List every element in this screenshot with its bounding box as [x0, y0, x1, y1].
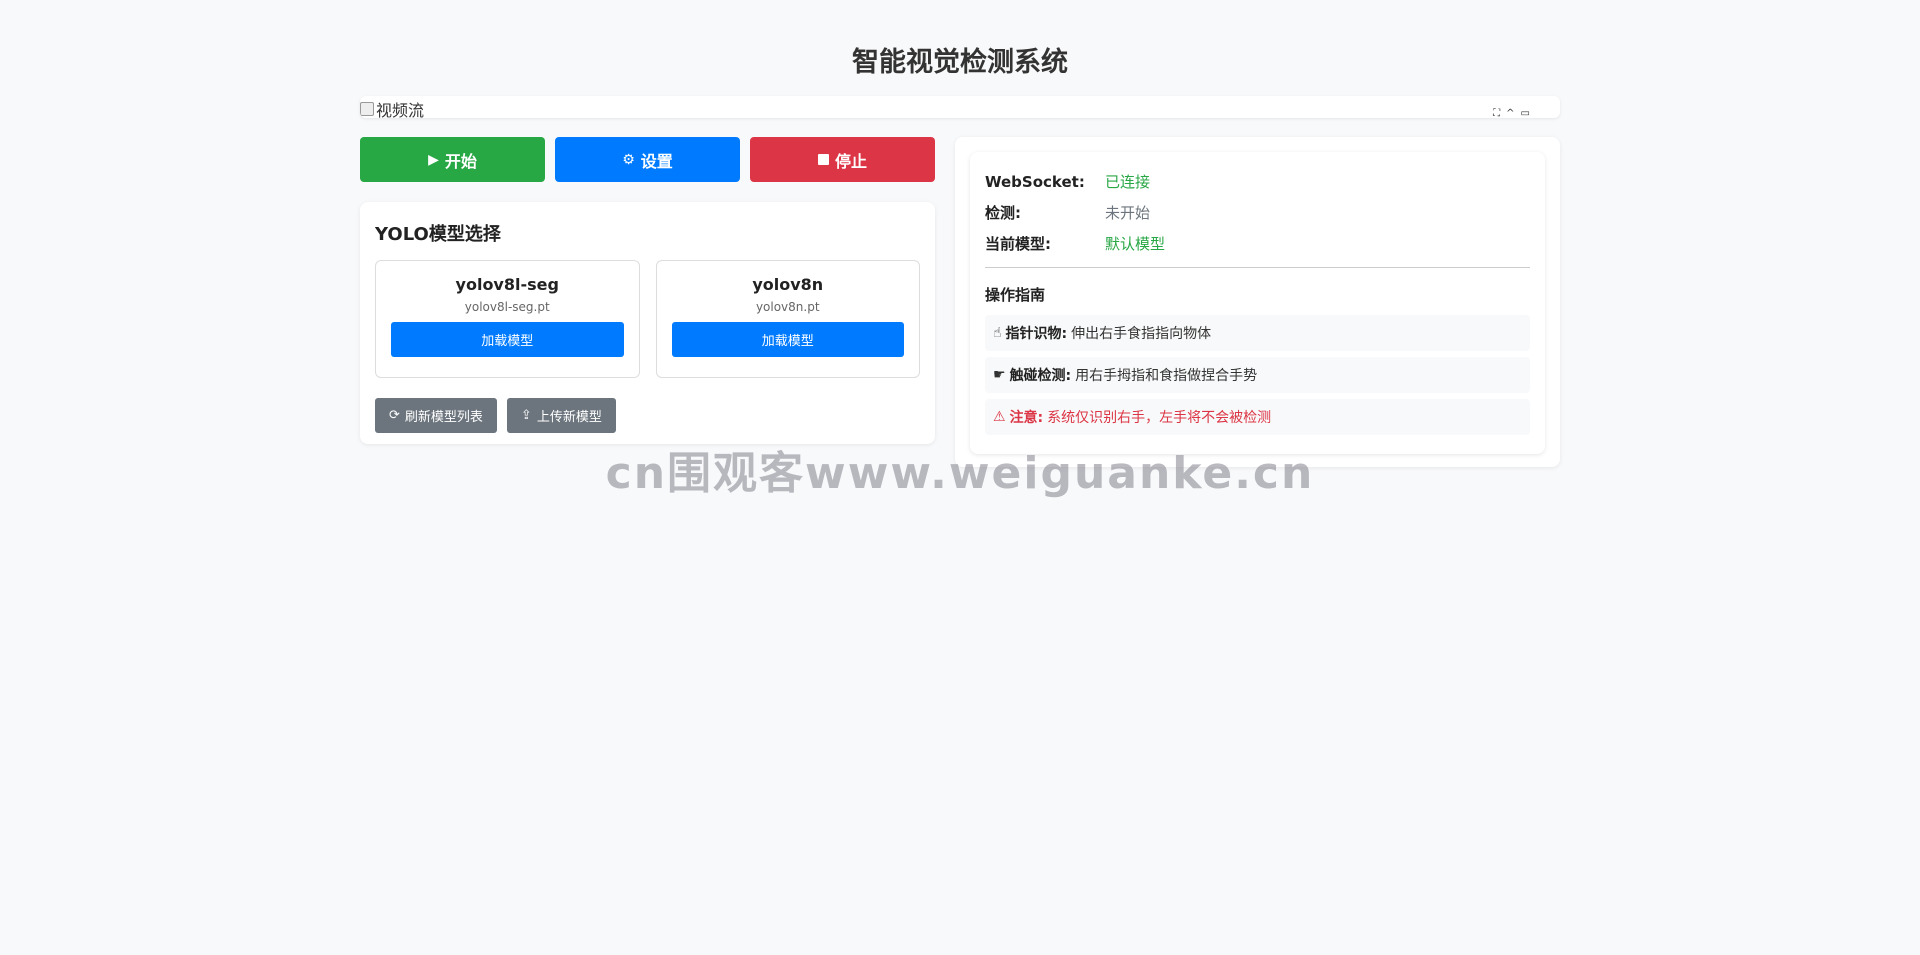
gear-icon: ⚙	[622, 151, 635, 168]
model-card-list: yolov8l-seg yolov8l-seg.pt 加载模型 yolov8n …	[375, 260, 920, 378]
guide-title: 操作指南	[985, 286, 1046, 304]
refresh-icon: ⟳	[389, 408, 400, 423]
detection-label: 检测:	[985, 204, 1021, 222]
status-panel: WebSocket: 已连接 检测: 未开始 当前模型: 默认模型 操作指南 ☝…	[955, 137, 1560, 467]
start-button[interactable]: ▶ 开始	[360, 137, 545, 182]
stop-icon	[817, 154, 829, 165]
status-card: WebSocket: 已连接 检测: 未开始 当前模型: 默认模型 操作指南 ☝…	[970, 152, 1545, 454]
current-model-value: 默认模型	[1105, 235, 1166, 253]
fullscreen-icon[interactable]: ⛶	[1493, 108, 1500, 118]
upload-label: 上传新模型	[536, 410, 602, 425]
model-selection-panel: YOLO模型选择 yolov8l-seg yolov8l-seg.pt 加载模型…	[360, 202, 935, 444]
page-title: 智能视觉检测系统	[852, 47, 1068, 78]
refresh-models-button[interactable]: ⟳ 刷新模型列表	[375, 398, 497, 433]
chevron-up-icon[interactable]: ^	[1506, 108, 1514, 118]
divider	[985, 267, 1530, 268]
control-buttons: ▶ 开始 ⚙ 设置 停止	[360, 137, 935, 182]
warning-icon: ⚠	[993, 409, 1006, 425]
upload-icon: ⇪	[520, 408, 532, 423]
settings-label: 设置	[640, 151, 673, 171]
model-file: yolov8n.pt	[755, 300, 820, 314]
window-icon[interactable]: ▭	[1521, 108, 1530, 118]
model-file: yolov8l-seg.pt	[464, 300, 550, 314]
guide-item-text: 伸出右手食指指向物体	[1071, 326, 1212, 342]
websocket-label: WebSocket:	[985, 172, 1085, 191]
model-name: yolov8l-seg	[455, 275, 559, 294]
model-card: yolov8l-seg yolov8l-seg.pt 加载模型	[375, 260, 640, 378]
guide-item-text: 系统仅识别右手，左手将不会被检测	[1047, 410, 1272, 426]
model-card: yolov8n yolov8n.pt 加载模型	[655, 260, 920, 378]
play-icon: ▶	[428, 151, 439, 168]
video-controls: ⛶ ^ ▭	[1493, 108, 1530, 118]
guide-item-warning: ⚠ 注意: 系统仅识别右手，左手将不会被检测	[985, 399, 1530, 435]
guide-item-pointing: ☝ 指针识物: 伸出右手食指指向物体	[985, 315, 1530, 351]
stop-label: 停止	[834, 151, 867, 171]
guide-item-pinch: ☛ 触碰检测: 用右手拇指和食指做捏合手势	[985, 357, 1530, 393]
guide-item-text: 用右手拇指和食指做捏合手势	[1075, 368, 1258, 384]
hand-pointing-right-icon: ☛	[993, 367, 1006, 383]
guide-item-label: 指针识物:	[1005, 326, 1068, 342]
load-model-button[interactable]: 加载模型	[671, 322, 904, 357]
start-label: 开始	[444, 151, 477, 171]
broken-image-icon	[360, 102, 374, 116]
stop-button[interactable]: 停止	[750, 137, 935, 182]
model-panel-title: YOLO模型选择	[375, 224, 501, 245]
detection-value: 未开始	[1105, 204, 1151, 222]
detection-status: 检测: 未开始	[985, 197, 1530, 228]
refresh-label: 刷新模型列表	[404, 410, 483, 425]
websocket-value: 已连接	[1105, 173, 1151, 191]
current-model-label: 当前模型:	[985, 235, 1051, 253]
websocket-status: WebSocket: 已连接	[985, 166, 1530, 197]
settings-button[interactable]: ⚙ 设置	[555, 137, 740, 182]
guide-item-label: 注意:	[1009, 410, 1044, 426]
video-stream-broken-image: 视频流	[360, 97, 424, 118]
load-model-button[interactable]: 加载模型	[391, 322, 624, 357]
model-tools: ⟳ 刷新模型列表 ⇪ 上传新模型	[375, 398, 920, 433]
pointing-hand-icon: ☝	[993, 325, 1002, 341]
upload-model-button[interactable]: ⇪ 上传新模型	[506, 398, 616, 433]
current-model-status: 当前模型: 默认模型	[985, 228, 1530, 259]
model-name: yolov8n	[752, 275, 824, 294]
guide-item-label: 触碰检测:	[1009, 368, 1072, 384]
video-alt-text: 视频流	[376, 101, 425, 118]
video-stream[interactable]: 视频流 ⛶ ^ ▭	[360, 96, 1560, 118]
